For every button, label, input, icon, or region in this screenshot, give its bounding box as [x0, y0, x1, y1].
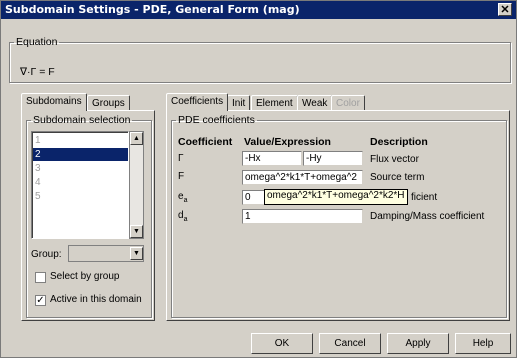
value-column-header: Value/Expression — [244, 136, 331, 148]
equation-legend: Equation — [16, 36, 58, 48]
coef-gamma-label: Γ — [178, 153, 184, 164]
coef-da-subscript: a — [183, 216, 188, 223]
group-label: Group: — [31, 249, 62, 260]
tab-element[interactable]: Element — [251, 95, 298, 111]
scroll-down-icon[interactable]: ▼ — [130, 225, 143, 238]
damping-coefficient-description: Damping/Mass coefficient — [370, 211, 485, 222]
source-term-input[interactable]: omega^2*k1*T+omega^2 — [242, 170, 363, 185]
window-title: Subdomain Settings - PDE, General Form (… — [5, 3, 300, 16]
close-icon[interactable]: ✕ — [498, 3, 512, 16]
coef-ea-subscript: a — [183, 197, 188, 204]
equation-text: ∇·Γ = F — [20, 66, 55, 78]
group-combobox[interactable]: ▼ — [68, 245, 144, 262]
subdomain-settings-dialog: Subdomain Settings - PDE, General Form (… — [0, 0, 517, 358]
tab-coefficients[interactable]: Coefficients — [166, 93, 229, 111]
description-column-header: Description — [370, 136, 428, 148]
gamma-y-input[interactable]: -Hy — [303, 151, 363, 166]
chevron-down-icon[interactable]: ▼ — [130, 247, 143, 260]
coef-f-label: F — [178, 171, 185, 182]
list-item[interactable]: 3 — [33, 162, 128, 175]
list-item[interactable]: 2 — [33, 148, 128, 161]
coef-ea-letter: e — [178, 191, 184, 202]
damping-coefficient-input[interactable]: 1 — [242, 209, 363, 224]
coef-da-letter: d — [178, 210, 184, 221]
coef-da-label: da — [178, 210, 188, 223]
pde-coefficients-legend: PDE coefficients — [178, 114, 255, 126]
active-in-domain-checkbox[interactable]: ✓ — [35, 295, 46, 306]
ok-button[interactable]: OK — [251, 333, 313, 354]
expression-tooltip: omega^2*k1*T+omega^2*k2*H — [264, 189, 408, 205]
active-in-domain-label: Active in this domain — [50, 294, 142, 305]
list-item[interactable]: 1 — [33, 134, 128, 147]
select-by-group-checkbox[interactable] — [35, 272, 46, 283]
listbox-scrollbar[interactable]: ▲ ▼ — [129, 131, 144, 239]
coefficient-column-header: Coefficient — [178, 136, 233, 148]
tab-init[interactable]: Init — [227, 95, 251, 111]
list-item[interactable]: 5 — [33, 190, 128, 203]
flux-vector-description: Flux vector — [370, 154, 419, 165]
cancel-button[interactable]: Cancel — [319, 333, 381, 354]
title-bar: Subdomain Settings - PDE, General Form (… — [1, 1, 516, 19]
source-term-description: Source term — [370, 172, 425, 183]
mass-coefficient-description: ficient — [411, 192, 438, 203]
select-by-group-label: Select by group — [50, 271, 120, 282]
tab-groups[interactable]: Groups — [87, 95, 130, 111]
tab-subdomains[interactable]: Subdomains — [21, 93, 87, 111]
tab-color: Color — [331, 95, 365, 111]
help-button[interactable]: Help — [455, 333, 511, 354]
apply-button[interactable]: Apply — [387, 333, 449, 354]
scroll-up-icon[interactable]: ▲ — [130, 132, 143, 145]
list-item[interactable]: 4 — [33, 176, 128, 189]
subdomain-listbox[interactable]: 1 2 3 4 5 — [31, 131, 129, 239]
coef-ea-label: ea — [178, 191, 188, 204]
equation-group: Equation ∇·Γ = F — [9, 36, 511, 83]
gamma-x-input[interactable]: -Hx — [242, 151, 302, 166]
subdomain-selection-legend: Subdomain selection — [33, 114, 131, 126]
tab-weak[interactable]: Weak — [297, 95, 333, 111]
